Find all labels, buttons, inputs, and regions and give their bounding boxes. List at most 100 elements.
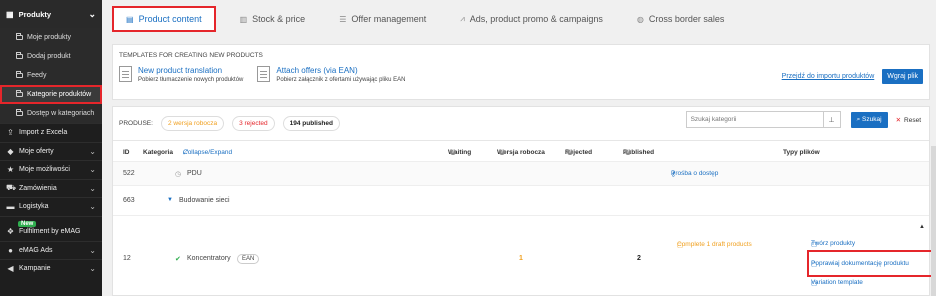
- table-row: 12 ✔ Koncentratory EAN ▢ Complete 1 draf…: [113, 215, 935, 296]
- sidebar-item-logistyka[interactable]: ▬ Logistyka ⌄: [0, 197, 102, 216]
- search-button-label: Szukaj: [862, 115, 882, 123]
- products-panel: PRODUSE: 2 wersja robocza 3 rejected 194…: [112, 106, 935, 296]
- main-content: ▤ Product content ▥ Stock & price ☰ Offer m…: [102, 0, 936, 296]
- folder-icon: [16, 90, 23, 97]
- category-search-input[interactable]: [685, 111, 824, 128]
- caret-down-icon[interactable]: ▼: [167, 197, 173, 203]
- help-icon[interactable]: ?: [499, 149, 505, 155]
- sidebar-item-label: Kampanie: [19, 265, 51, 273]
- row-id: 522: [123, 170, 135, 177]
- sidebar-item-moje-oferty[interactable]: ◆ Moje oferty ⌄: [0, 141, 102, 161]
- tab-offer-management[interactable]: ☰ Offer management: [333, 6, 432, 32]
- clock-icon: ◷: [175, 171, 182, 178]
- sidebar-item-label: Logistyka: [19, 203, 49, 211]
- tab-label: Product content: [138, 14, 202, 24]
- sidebar-submenu: Moje produkty Dodaj produkt Feedy Katego…: [0, 28, 102, 123]
- tab-label: Offer management: [351, 14, 427, 24]
- sidebar-item-row: ❖ Fulfilment by eMAG: [6, 227, 81, 236]
- help-icon[interactable]: ?: [567, 149, 573, 155]
- sidebar-subitem-feedy[interactable]: Feedy: [0, 66, 102, 85]
- chevron-down-icon: ⌄: [89, 264, 96, 274]
- col-category: Kategoria: [143, 149, 173, 156]
- cart-icon: ⛟: [6, 183, 17, 193]
- template-title[interactable]: Attach offers (via EAN): [276, 66, 405, 75]
- tab-cross-border[interactable]: ◍ Cross border sales: [631, 6, 731, 32]
- sidebar-subitem-moje-produkty[interactable]: Moje produkty: [0, 28, 102, 47]
- template-title[interactable]: New product translation: [138, 66, 243, 75]
- folder-icon: [16, 52, 23, 59]
- upload-file-button[interactable]: Wgraj plik: [882, 69, 923, 84]
- sidebar-item-emag-ads[interactable]: ● eMAG Ads ⌄: [0, 240, 102, 260]
- import-link[interactable]: Przejdź do importu produktów: [782, 73, 875, 80]
- reset-button[interactable]: ✕ Reset: [896, 116, 921, 124]
- sidebar-item-import[interactable]: ⇪ Import z Excela: [0, 123, 102, 142]
- ads-icon: ●: [8, 245, 13, 255]
- sidebar-header-produkty[interactable]: ▦ Produkty ⌄: [0, 0, 102, 28]
- tab-product-content[interactable]: ▤ Product content: [112, 6, 216, 32]
- row-category: Budowanie sieci: [179, 197, 230, 204]
- tree-icon[interactable]: ⊥: [823, 111, 841, 128]
- search-group: ⊥ ⌕ Szukaj ✕Reset: [685, 111, 921, 128]
- variation-template-label: Variation template: [811, 279, 863, 286]
- tab-stock-price[interactable]: ▥ Stock & price: [234, 6, 312, 32]
- document-icon: [257, 66, 271, 82]
- sidebar-item-zamowienia[interactable]: ⛟ Zamówienia ⌄: [0, 178, 102, 198]
- sidebar-item-moje-mozliwosci[interactable]: ★ Moje możliwości ⌄: [0, 160, 102, 179]
- tab-label: Cross border sales: [648, 14, 725, 24]
- chevron-down-icon: ⌄: [89, 183, 96, 193]
- globe-icon: ◍: [636, 14, 644, 24]
- upload-icon: ⇪: [7, 128, 14, 138]
- filter-rejected-pill[interactable]: 3 rejected: [232, 116, 275, 131]
- filter-label: PRODUSE:: [119, 120, 153, 127]
- import-actions: Przejdź do importu produktów Wgraj plik: [782, 69, 923, 84]
- sidebar-item-kampanie[interactable]: ◀ Kampanie ⌄: [0, 259, 102, 278]
- filter-published-pill[interactable]: 194 published: [282, 116, 340, 131]
- sidebar-item-fulfilment[interactable]: New ❖ Fulfilment by eMAG: [0, 215, 102, 241]
- search-button[interactable]: ⌕ Szukaj: [850, 111, 888, 128]
- bar-chart-icon: ▥: [239, 14, 248, 24]
- list-icon: ▤: [126, 14, 134, 24]
- templates-panel: TEMPLATES FOR CREATING NEW PRODUCTS New …: [112, 44, 930, 100]
- sidebar-item-label: Moje oferty: [19, 147, 54, 155]
- col-types: Typy plików: [783, 149, 820, 156]
- table-header: ID Kategoria ⤢ Collapse/Expand Waiting? …: [113, 147, 929, 161]
- scrollbar[interactable]: [931, 146, 936, 296]
- sidebar-subitem-dodaj-produkt[interactable]: Dodaj produkt: [0, 47, 102, 66]
- help-icon[interactable]: ?: [625, 149, 631, 155]
- close-icon: ✕: [895, 116, 902, 124]
- row-id: 663: [123, 197, 135, 204]
- template-subtitle: Pobierz załącznik z ofertami używając pl…: [276, 77, 406, 83]
- reset-label: Reset: [904, 116, 921, 124]
- table-row: 522 ◷ PDU ⚷ Prośba o dostęp: [113, 161, 929, 185]
- sidebar-subitem-label: Feedy: [27, 72, 47, 79]
- filter-draft-pill[interactable]: 2 wersja robocza: [160, 116, 225, 131]
- sidebar-subitem-dostep-w-kategoriach[interactable]: Dostęp w kategoriach: [0, 104, 102, 123]
- col-id: ID: [123, 149, 130, 156]
- chevron-down-icon: ⌄: [88, 8, 96, 19]
- sidebar-item-label: Import z Excela: [19, 129, 68, 137]
- tab-ads-promo[interactable]: ⩘ Ads, product promo & campaigns: [454, 6, 609, 32]
- sidebar-subitem-label: Kategorie produktów: [27, 91, 92, 98]
- sidebar-subitem-label: Dostęp w kategoriach: [27, 110, 95, 117]
- template-attach-offers[interactable]: Attach offers (via EAN) Pobierz załączni…: [257, 66, 405, 83]
- template-new-product-translation[interactable]: New product translation Pobierz tłumacze…: [119, 66, 243, 83]
- sidebar-subitem-kategorie-produktow[interactable]: Kategorie produktów: [0, 85, 102, 104]
- sidebar-item-label: Zamówienia: [19, 184, 57, 192]
- chevron-down-icon: ⌄: [89, 202, 96, 212]
- draft-count[interactable]: 1: [519, 255, 523, 262]
- caret-up-icon[interactable]: ▲: [919, 224, 925, 230]
- chevron-down-icon: ⌄: [89, 245, 96, 255]
- tab-label: Stock & price: [252, 14, 306, 24]
- help-icon[interactable]: ?: [450, 149, 456, 155]
- complete-drafts-label: Complete 1 draft products: [677, 241, 752, 248]
- tab-bar: ▤ Product content ▥ Stock & price ☰ Offer m…: [102, 0, 936, 38]
- template-subtitle: Pobierz tłumaczenie nowych produktów: [138, 77, 244, 83]
- box-icon: ❖: [6, 227, 15, 236]
- sidebar-item-label: eMAG Ads: [19, 246, 53, 254]
- line-chart-icon: ⩘: [460, 14, 465, 23]
- sidebar-subitem-label: Dodaj produkt: [27, 53, 71, 60]
- ean-tag: EAN: [237, 254, 260, 264]
- published-count: 2: [637, 255, 641, 262]
- template-text: Attach offers (via EAN) Pobierz załączni…: [276, 66, 405, 83]
- folder-icon: [16, 33, 23, 40]
